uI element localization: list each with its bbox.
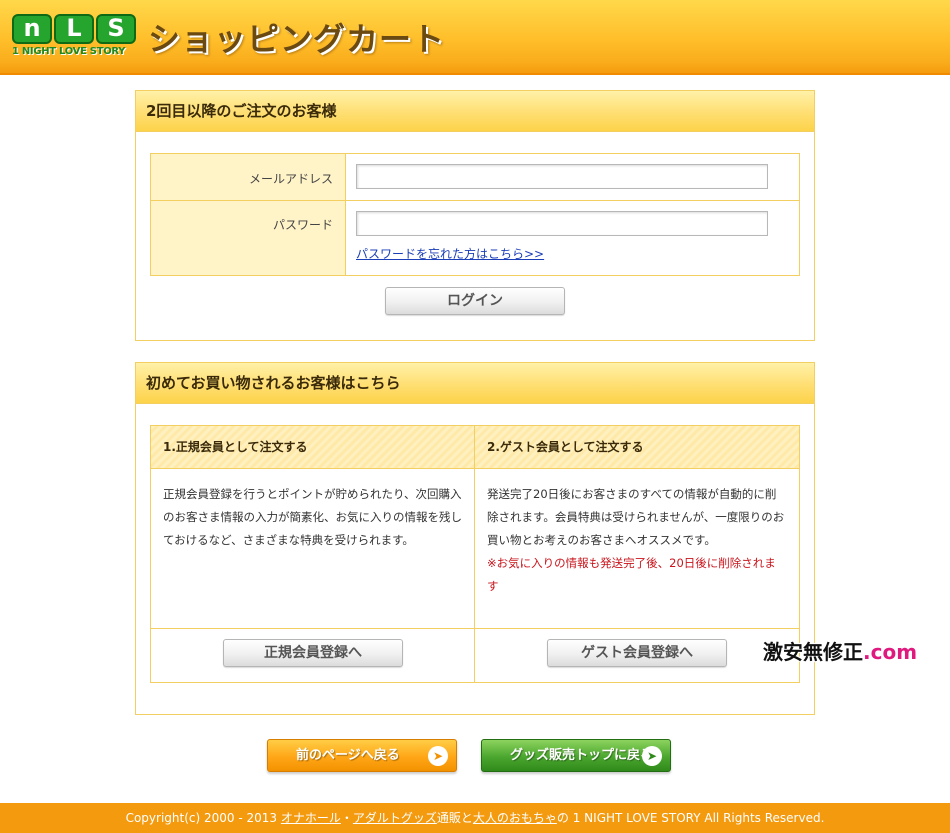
returning-customer-panel: 2回目以降のご注文のお客様 メールアドレス パスワード パスワードを忘れた方はこ…	[135, 90, 815, 341]
logo-mark: n L S	[12, 14, 140, 44]
guest-option: 2.ゲスト会員として注文する 発送完了20日後にお客さまのすべての情報が自動的に…	[475, 426, 799, 682]
password-row: パスワード パスワードを忘れた方はこちら>>	[151, 201, 799, 275]
page-title: ショッピングカート	[148, 20, 446, 58]
logo-letter: n	[12, 14, 52, 44]
arrow-circle-icon: ➤	[428, 746, 448, 766]
footer-text: 通販と	[436, 811, 473, 825]
back-button-label: 前のページへ戻る	[296, 748, 400, 763]
guest-option-description: 発送完了20日後にお客さまのすべての情報が自動的に削除されます。会員特典は受けら…	[475, 469, 799, 629]
email-field-cell	[346, 154, 799, 200]
logo-subtitle: 1 NIGHT LOVE STORY	[12, 46, 126, 57]
member-option-text: 正規会員登録を行うとポイントが貯められたり、次回購入のお客さま情報の入力が簡素化…	[163, 487, 462, 547]
guest-option-heading: 2.ゲスト会員として注文する	[475, 426, 799, 469]
returning-customer-title: 2回目以降のご注文のお客様	[136, 91, 814, 132]
back-button[interactable]: 前のページへ戻る ➤	[267, 739, 457, 772]
guest-option-warning: ※お気に入りの情報も発送完了後、20日後に削除されます	[487, 556, 776, 593]
footer-copyright: Copyright(c) 2000 - 2013	[125, 811, 281, 825]
goods-top-button[interactable]: グッズ販売トップに戻る ➤	[481, 739, 671, 772]
watermark: 激安無修正.com	[763, 636, 917, 665]
first-time-customer-panel: 初めてお買い物されるお客様はこちら 1.正規会員として注文する 正規会員登録を行…	[135, 362, 815, 715]
guest-register-button[interactable]: ゲスト会員登録へ	[547, 639, 727, 667]
logo-letter: L	[54, 14, 94, 44]
watermark-domain: .com	[863, 640, 918, 664]
arrow-circle-icon: ➤	[642, 746, 662, 766]
footer-separator: ・	[340, 811, 353, 825]
site-logo[interactable]: n L S 1 NIGHT LOVE STORY	[12, 14, 140, 64]
registration-options: 1.正規会員として注文する 正規会員登録を行うとポイントが貯められたり、次回購入…	[150, 425, 800, 683]
password-label: パスワード	[151, 201, 346, 275]
member-option-heading: 1.正規会員として注文する	[151, 426, 474, 469]
email-input[interactable]	[356, 164, 768, 189]
footer-rights: の 1 NIGHT LOVE STORY All Rights Reserved…	[556, 811, 825, 825]
member-option: 1.正規会員として注文する 正規会員登録を行うとポイントが貯められたり、次回購入…	[151, 426, 475, 682]
password-input[interactable]	[356, 211, 768, 236]
forgot-password-link[interactable]: パスワードを忘れた方はこちら>>	[356, 245, 799, 262]
login-button[interactable]: ログイン	[385, 287, 565, 315]
first-time-customer-title: 初めてお買い物されるお客様はこちら	[136, 363, 814, 404]
member-option-footer: 正規会員登録へ	[151, 629, 474, 681]
member-register-button[interactable]: 正規会員登録へ	[223, 639, 403, 667]
member-option-description: 正規会員登録を行うとポイントが貯められたり、次回購入のお客さま情報の入力が簡素化…	[151, 469, 474, 629]
logo-letter: S	[96, 14, 136, 44]
email-row: メールアドレス	[151, 154, 799, 201]
goods-top-button-label: グッズ販売トップに戻る	[510, 748, 654, 763]
watermark-text: 激安無修正	[763, 640, 863, 664]
footer-link-adult-goods[interactable]: アダルトグッズ	[353, 811, 437, 825]
email-label: メールアドレス	[151, 154, 346, 200]
footer-link-onahole[interactable]: オナホール	[281, 811, 341, 825]
guest-option-text: 発送完了20日後にお客さまのすべての情報が自動的に削除されます。会員特典は受けら…	[487, 487, 785, 547]
page-footer: Copyright(c) 2000 - 2013 オナホール・アダルトグッズ通販…	[0, 803, 950, 833]
page-header: n L S 1 NIGHT LOVE STORY ショッピングカート	[0, 0, 950, 75]
guest-option-footer: ゲスト会員登録へ	[475, 629, 799, 681]
footer-link-adult-toys[interactable]: 大人のおもちゃ	[473, 811, 557, 825]
password-field-cell: パスワードを忘れた方はこちら>>	[346, 201, 799, 275]
login-form: メールアドレス パスワード パスワードを忘れた方はこちら>>	[150, 153, 800, 276]
